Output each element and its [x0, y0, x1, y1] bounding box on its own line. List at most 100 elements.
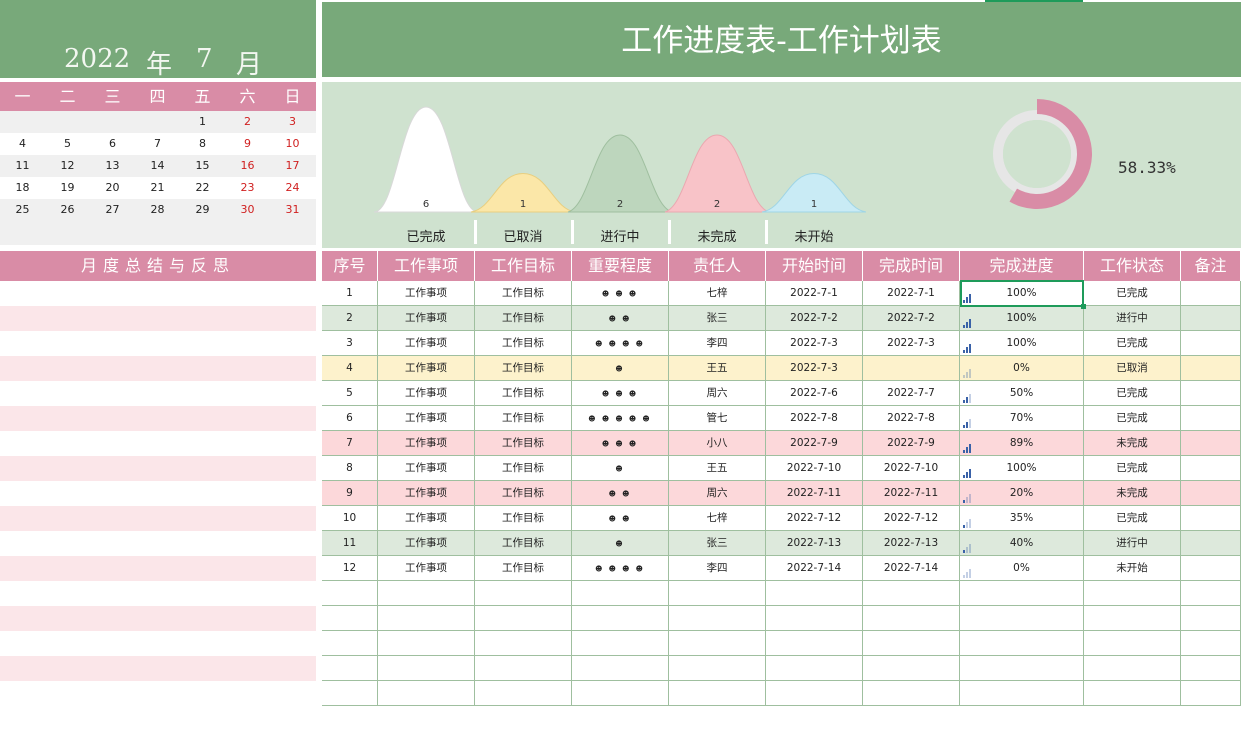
cell-no[interactable]: 5: [322, 381, 378, 405]
calendar-day[interactable]: 26: [45, 199, 90, 221]
cell-item[interactable]: [378, 631, 475, 655]
calendar-day[interactable]: 24: [270, 177, 315, 199]
cell-owner[interactable]: 李四: [669, 331, 766, 355]
cell-item[interactable]: [378, 581, 475, 605]
cell-owner[interactable]: [669, 631, 766, 655]
cell-item[interactable]: 工作事项: [378, 456, 475, 480]
cell-item[interactable]: [378, 656, 475, 680]
calendar-day[interactable]: 3: [270, 111, 315, 133]
cell-importance[interactable]: ☻ ☻: [572, 481, 669, 505]
cell-note[interactable]: [1181, 631, 1241, 655]
cell-no[interactable]: 2: [322, 306, 378, 330]
cell-importance[interactable]: ☻ ☻: [572, 306, 669, 330]
cell-start[interactable]: [766, 606, 863, 630]
cell-owner[interactable]: [669, 606, 766, 630]
cell-goal[interactable]: 工作目标: [475, 531, 572, 555]
cell-note[interactable]: [1181, 356, 1241, 380]
cell-owner[interactable]: [669, 656, 766, 680]
cell-progress[interactable]: [960, 631, 1084, 655]
calendar-day[interactable]: 2: [225, 111, 270, 133]
cell-importance[interactable]: ☻ ☻ ☻ ☻: [572, 331, 669, 355]
cell-status[interactable]: 已完成: [1084, 331, 1181, 355]
cell-no[interactable]: 12: [322, 556, 378, 580]
cell-goal[interactable]: 工作目标: [475, 356, 572, 380]
cell-no[interactable]: [322, 681, 378, 705]
cell-note[interactable]: [1181, 331, 1241, 355]
cell-goal[interactable]: 工作目标: [475, 281, 572, 305]
column-header[interactable]: 责任人: [669, 251, 766, 281]
calendar-day[interactable]: 7: [135, 133, 180, 155]
cell-importance[interactable]: ☻: [572, 456, 669, 480]
summary-line[interactable]: [0, 556, 316, 581]
calendar-day[interactable]: 23: [225, 177, 270, 199]
calendar-day[interactable]: 9: [225, 133, 270, 155]
calendar-day[interactable]: 29: [180, 199, 225, 221]
cell-end[interactable]: [863, 606, 960, 630]
calendar-day[interactable]: 16: [225, 155, 270, 177]
cell-end[interactable]: 2022-7-10: [863, 456, 960, 480]
calendar-day[interactable]: 21: [135, 177, 180, 199]
cell-start[interactable]: [766, 656, 863, 680]
cell-progress[interactable]: 89%: [960, 431, 1084, 455]
cell-start[interactable]: [766, 631, 863, 655]
cell-importance[interactable]: ☻ ☻ ☻ ☻: [572, 556, 669, 580]
cell-progress[interactable]: [960, 656, 1084, 680]
cell-start[interactable]: 2022-7-8: [766, 406, 863, 430]
calendar-day[interactable]: 15: [180, 155, 225, 177]
cell-item[interactable]: 工作事项: [378, 531, 475, 555]
cell-progress[interactable]: 70%: [960, 406, 1084, 430]
cell-goal[interactable]: [475, 681, 572, 705]
cell-progress[interactable]: [960, 606, 1084, 630]
calendar-day[interactable]: 17: [270, 155, 315, 177]
cell-status[interactable]: [1084, 606, 1181, 630]
cell-status[interactable]: 已完成: [1084, 456, 1181, 480]
cell-end[interactable]: 2022-7-12: [863, 506, 960, 530]
cell-goal[interactable]: 工作目标: [475, 431, 572, 455]
cell-no[interactable]: 3: [322, 331, 378, 355]
summary-line[interactable]: [0, 531, 316, 556]
cell-goal[interactable]: 工作目标: [475, 506, 572, 530]
column-header[interactable]: 工作状态: [1084, 251, 1181, 281]
calendar-day[interactable]: 5: [45, 133, 90, 155]
column-header[interactable]: 工作目标: [475, 251, 572, 281]
column-header[interactable]: 备注: [1181, 251, 1241, 281]
cell-progress[interactable]: 35%: [960, 506, 1084, 530]
cell-status[interactable]: [1084, 631, 1181, 655]
cell-owner[interactable]: 七梓: [669, 506, 766, 530]
cell-start[interactable]: 2022-7-3: [766, 331, 863, 355]
cell-status[interactable]: [1084, 656, 1181, 680]
cell-item[interactable]: 工作事项: [378, 431, 475, 455]
cell-start[interactable]: 2022-7-11: [766, 481, 863, 505]
cell-status[interactable]: 已完成: [1084, 506, 1181, 530]
cell-start[interactable]: 2022-7-2: [766, 306, 863, 330]
cell-start[interactable]: 2022-7-1: [766, 281, 863, 305]
calendar-day[interactable]: 18: [0, 177, 45, 199]
summary-line[interactable]: [0, 681, 316, 706]
cell-start[interactable]: [766, 581, 863, 605]
cell-no[interactable]: [322, 656, 378, 680]
cell-end[interactable]: [863, 681, 960, 705]
cell-importance[interactable]: [572, 631, 669, 655]
cell-owner[interactable]: [669, 581, 766, 605]
calendar-day[interactable]: 28: [135, 199, 180, 221]
summary-line[interactable]: [0, 606, 316, 631]
cell-start[interactable]: 2022-7-9: [766, 431, 863, 455]
summary-line[interactable]: [0, 306, 316, 331]
cell-progress[interactable]: 100%: [960, 306, 1084, 330]
cell-status[interactable]: 未完成: [1084, 481, 1181, 505]
cell-end[interactable]: 2022-7-8: [863, 406, 960, 430]
calendar-day[interactable]: 27: [90, 199, 135, 221]
cell-end[interactable]: [863, 656, 960, 680]
cell-item[interactable]: 工作事项: [378, 356, 475, 380]
cell-end[interactable]: 2022-7-7: [863, 381, 960, 405]
cell-note[interactable]: [1181, 381, 1241, 405]
cell-note[interactable]: [1181, 281, 1241, 305]
calendar-day[interactable]: 4: [0, 133, 45, 155]
cell-goal[interactable]: 工作目标: [475, 331, 572, 355]
calendar-day[interactable]: 20: [90, 177, 135, 199]
calendar-day[interactable]: 25: [0, 199, 45, 221]
cell-start[interactable]: [766, 681, 863, 705]
cell-status[interactable]: 已完成: [1084, 406, 1181, 430]
calendar-day[interactable]: 13: [90, 155, 135, 177]
cell-no[interactable]: [322, 581, 378, 605]
